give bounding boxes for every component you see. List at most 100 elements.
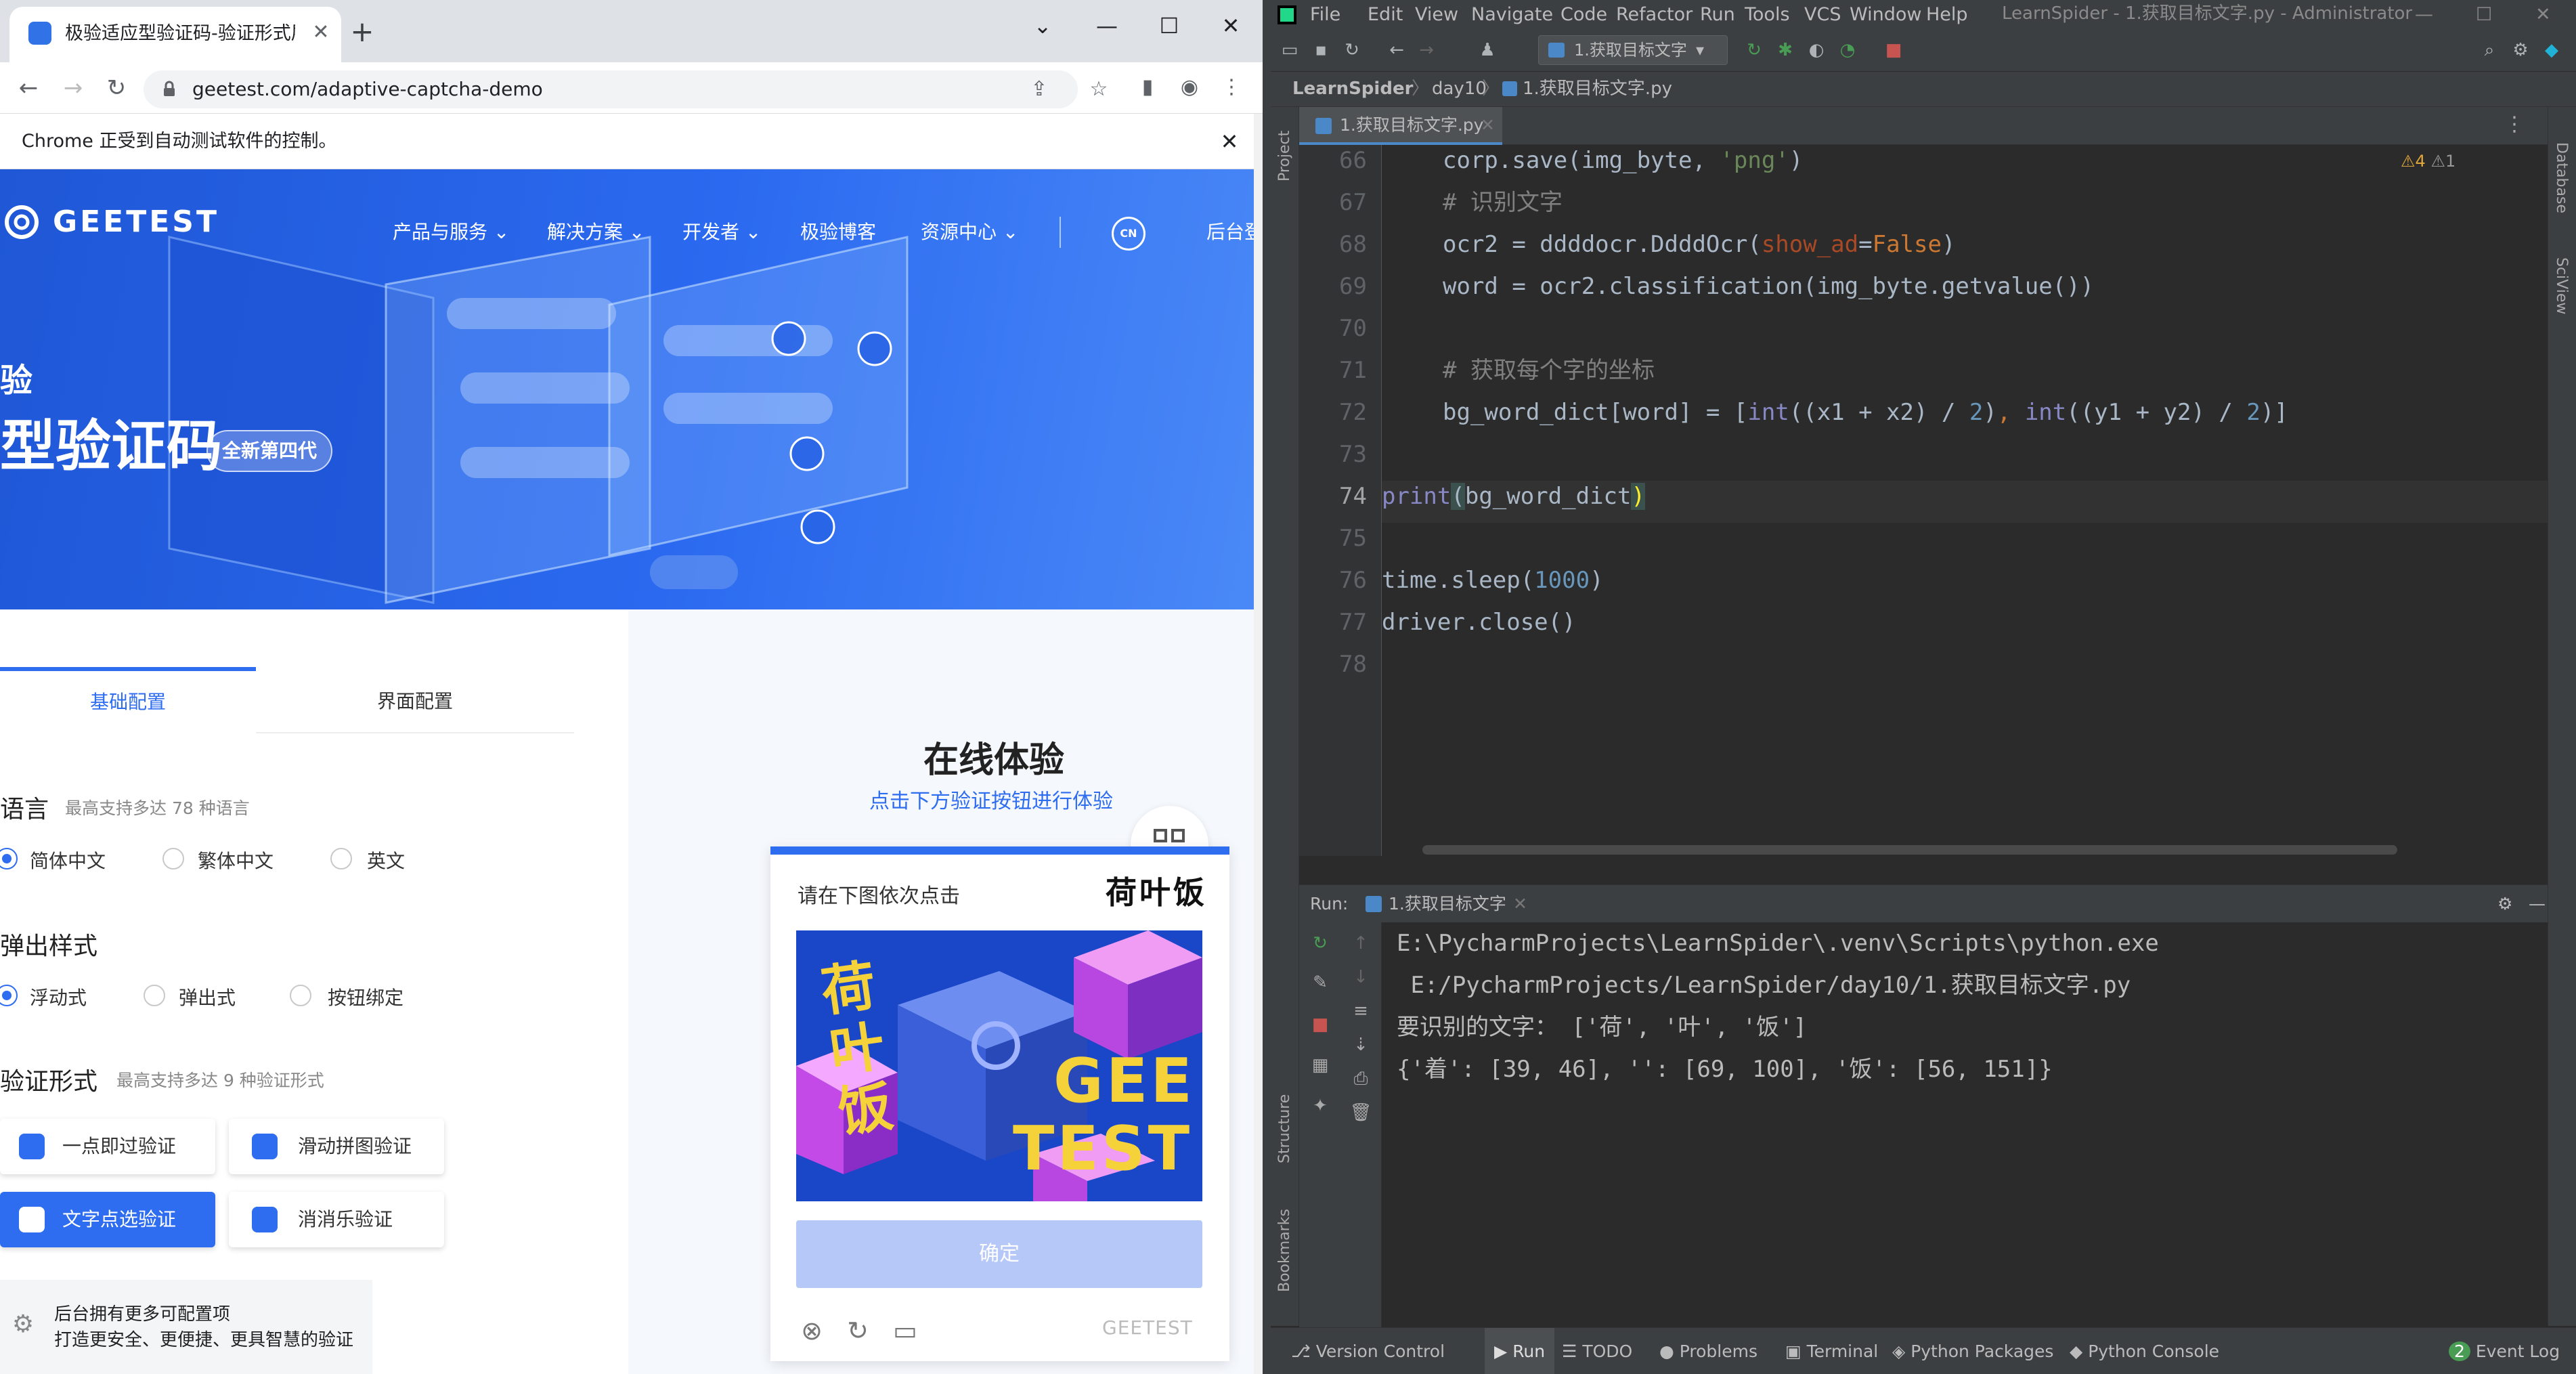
nav-blog[interactable]: 极验博客 <box>800 215 876 249</box>
settings-gear-icon[interactable]: ⚙ <box>2507 37 2534 64</box>
captcha-confirm-button[interactable]: 确定 <box>796 1220 1202 1288</box>
tab-search-chevron-icon[interactable]: ⌄ <box>1019 5 1066 46</box>
text-click-verify-button[interactable]: 文字点选验证 <box>0 1192 215 1247</box>
feedback-chat-icon[interactable]: ▭ <box>890 1315 921 1346</box>
menu-code[interactable]: Code <box>1560 0 1607 30</box>
crumb-project[interactable]: LearnSpider <box>1292 72 1413 106</box>
menu-tools[interactable]: Tools <box>1745 0 1790 30</box>
status-python-console[interactable]: ◆ Python Console <box>2070 1328 2219 1374</box>
run-settings-gear-icon[interactable]: ⚙ <box>2497 885 2512 923</box>
more-config-banner[interactable]: ⚙ 后台拥有更多可配置项 打造更安全、更便捷、更具智慧的验证 <box>0 1280 372 1374</box>
back-icon[interactable]: ← <box>9 69 47 107</box>
profile-avatar-icon[interactable]: ◉ <box>1174 72 1205 103</box>
trash-icon[interactable]: 🗑 <box>1348 1100 1374 1125</box>
sync-icon[interactable]: ↻ <box>1338 37 1366 64</box>
menu-help[interactable]: Help <box>1926 0 1968 30</box>
project-tool-tab[interactable]: Project <box>1276 131 1293 181</box>
rerun-icon[interactable]: ↻ <box>1307 930 1333 956</box>
tab-menu-dots-icon[interactable]: ⋮ <box>2504 112 2525 136</box>
match-game-verify-button[interactable]: 消消乐验证 <box>229 1192 444 1247</box>
menu-run[interactable]: Run <box>1700 0 1735 30</box>
address-bar[interactable]: geetest.com/adaptive-captcha-demo ⇪ ☆ <box>144 70 1108 108</box>
close-tab-icon[interactable]: ✕ <box>307 19 334 46</box>
share-icon[interactable]: ⇪ <box>1024 74 1055 105</box>
reload-icon[interactable]: ↻ <box>97 69 135 107</box>
nav-products[interactable]: 产品与服务 ⌄ <box>393 215 509 249</box>
browser-tab[interactable]: 极验适应型验证码-验证形式展示 ✕ <box>9 7 341 62</box>
one-click-verify-button[interactable]: 一点即过验证 <box>0 1119 215 1174</box>
ide-maximize-button[interactable]: ☐ <box>2476 0 2492 30</box>
new-tab-button[interactable]: + <box>345 15 379 49</box>
debug-bug-icon[interactable]: ✱ <box>1772 37 1799 64</box>
user-icon[interactable]: ♟ <box>1474 37 1501 64</box>
radio-simplified-chinese[interactable] <box>0 848 18 870</box>
hide-panel-icon[interactable]: — <box>2529 885 2546 923</box>
nav-forward-icon[interactable]: → <box>1413 37 1440 64</box>
open-folder-icon[interactable]: ▭ <box>1276 37 1303 64</box>
nav-console-login[interactable]: 后台登 <box>1206 215 1259 249</box>
close-tab-icon[interactable]: ✕ <box>1481 107 1495 144</box>
pin-icon[interactable]: ✦ <box>1307 1093 1333 1119</box>
close-window-button[interactable]: ✕ <box>1207 5 1254 46</box>
captcha-image[interactable]: 荷叶饭 GEE TEST <box>796 930 1202 1201</box>
slide-puzzle-verify-button[interactable]: 滑动拼图验证 <box>229 1119 444 1174</box>
menu-view[interactable]: View <box>1415 0 1458 30</box>
menu-refactor[interactable]: Refactor <box>1616 0 1693 30</box>
layout-icon[interactable]: ▦ <box>1307 1052 1333 1078</box>
close-circle-icon[interactable]: ⊗ <box>796 1315 827 1346</box>
radio-popup[interactable] <box>144 985 165 1006</box>
radio-bind[interactable] <box>290 985 311 1006</box>
forward-icon[interactable]: → <box>54 69 92 107</box>
refresh-icon[interactable]: ↻ <box>842 1315 873 1346</box>
jetbrains-icon[interactable]: ◆ <box>2538 37 2565 64</box>
radio-english[interactable] <box>330 848 352 870</box>
save-icon[interactable]: ▪ <box>1307 37 1334 64</box>
structure-tool-tab[interactable]: Structure <box>1276 1094 1293 1163</box>
nav-developers[interactable]: 开发者 ⌄ <box>682 215 761 249</box>
run-config-select[interactable]: 1.获取目标文字 ▾ <box>1538 35 1728 65</box>
tab-ui-config[interactable]: 界面配置 <box>256 670 574 733</box>
status-run[interactable]: ▶ Run <box>1485 1328 1555 1374</box>
editor-horizontal-scrollbar[interactable] <box>1422 845 2397 855</box>
bookmark-star-icon[interactable]: ☆ <box>1083 74 1114 105</box>
language-switch-icon[interactable]: CN <box>1112 217 1145 251</box>
inspection-warnings[interactable]: ⚠4 ⚠1 <box>2401 152 2455 171</box>
stop-icon[interactable]: ■ <box>1307 1012 1333 1037</box>
sciview-tool-tab[interactable]: SciView <box>2553 257 2570 314</box>
nav-resources[interactable]: 资源中心 ⌄ <box>921 215 1018 249</box>
close-run-tab-icon[interactable]: ✕ <box>1513 885 1527 923</box>
tab-basic-config[interactable]: 基础配置 <box>0 667 256 733</box>
crumb-file[interactable]: 1.获取目标文字.py <box>1523 72 1672 106</box>
status-todo[interactable]: ☰ TODO <box>1562 1328 1632 1374</box>
maximize-button[interactable]: ☐ <box>1145 5 1193 46</box>
side-panel-icon[interactable]: ▮ <box>1132 72 1163 103</box>
scroll-to-end-icon[interactable]: ⇣ <box>1348 1032 1374 1058</box>
ide-close-button[interactable]: ✕ <box>2535 0 2551 30</box>
arrow-down-icon[interactable]: ↓ <box>1348 964 1374 990</box>
rerun-icon[interactable]: ↻ <box>1741 37 1768 64</box>
nav-solutions[interactable]: 解决方案 ⌄ <box>547 215 645 249</box>
coverage-icon[interactable]: ◐ <box>1803 37 1830 64</box>
nav-back-icon[interactable]: ← <box>1383 37 1410 64</box>
ide-minimize-button[interactable]: — <box>2415 0 2433 30</box>
print-icon[interactable]: ⎙ <box>1348 1066 1374 1092</box>
radio-traditional-chinese[interactable] <box>162 848 184 870</box>
run-tab-label[interactable]: 1.获取目标文字 <box>1389 885 1506 923</box>
arrow-up-icon[interactable]: ↑ <box>1348 930 1374 956</box>
status-problems[interactable]: ● Problems <box>1659 1328 1758 1374</box>
page-scrollbar[interactable] <box>1254 114 1263 1374</box>
wrench-icon[interactable]: ✎ <box>1307 970 1333 995</box>
run-console[interactable]: E:\PycharmProjects\LearnSpider\.venv\Scr… <box>1382 922 2548 1329</box>
search-everywhere-icon[interactable]: ⌕ <box>2476 37 2503 64</box>
close-infobar-icon[interactable]: ✕ <box>1215 127 1244 156</box>
stop-icon[interactable]: ■ <box>1880 37 1907 64</box>
menu-dots-icon[interactable]: ⋮ <box>1216 72 1247 103</box>
profile-icon[interactable]: ◔ <box>1834 37 1861 64</box>
status-event-log[interactable]: 2 Event Log <box>2449 1328 2560 1374</box>
menu-edit[interactable]: Edit <box>1368 0 1403 30</box>
soft-wrap-icon[interactable]: ≡ <box>1348 998 1374 1024</box>
menu-file[interactable]: File <box>1310 0 1340 30</box>
status-python-packages[interactable]: ◈ Python Packages <box>1892 1328 2053 1374</box>
database-tool-tab[interactable]: Database <box>2553 142 2570 213</box>
minimize-button[interactable]: — <box>1083 5 1131 46</box>
